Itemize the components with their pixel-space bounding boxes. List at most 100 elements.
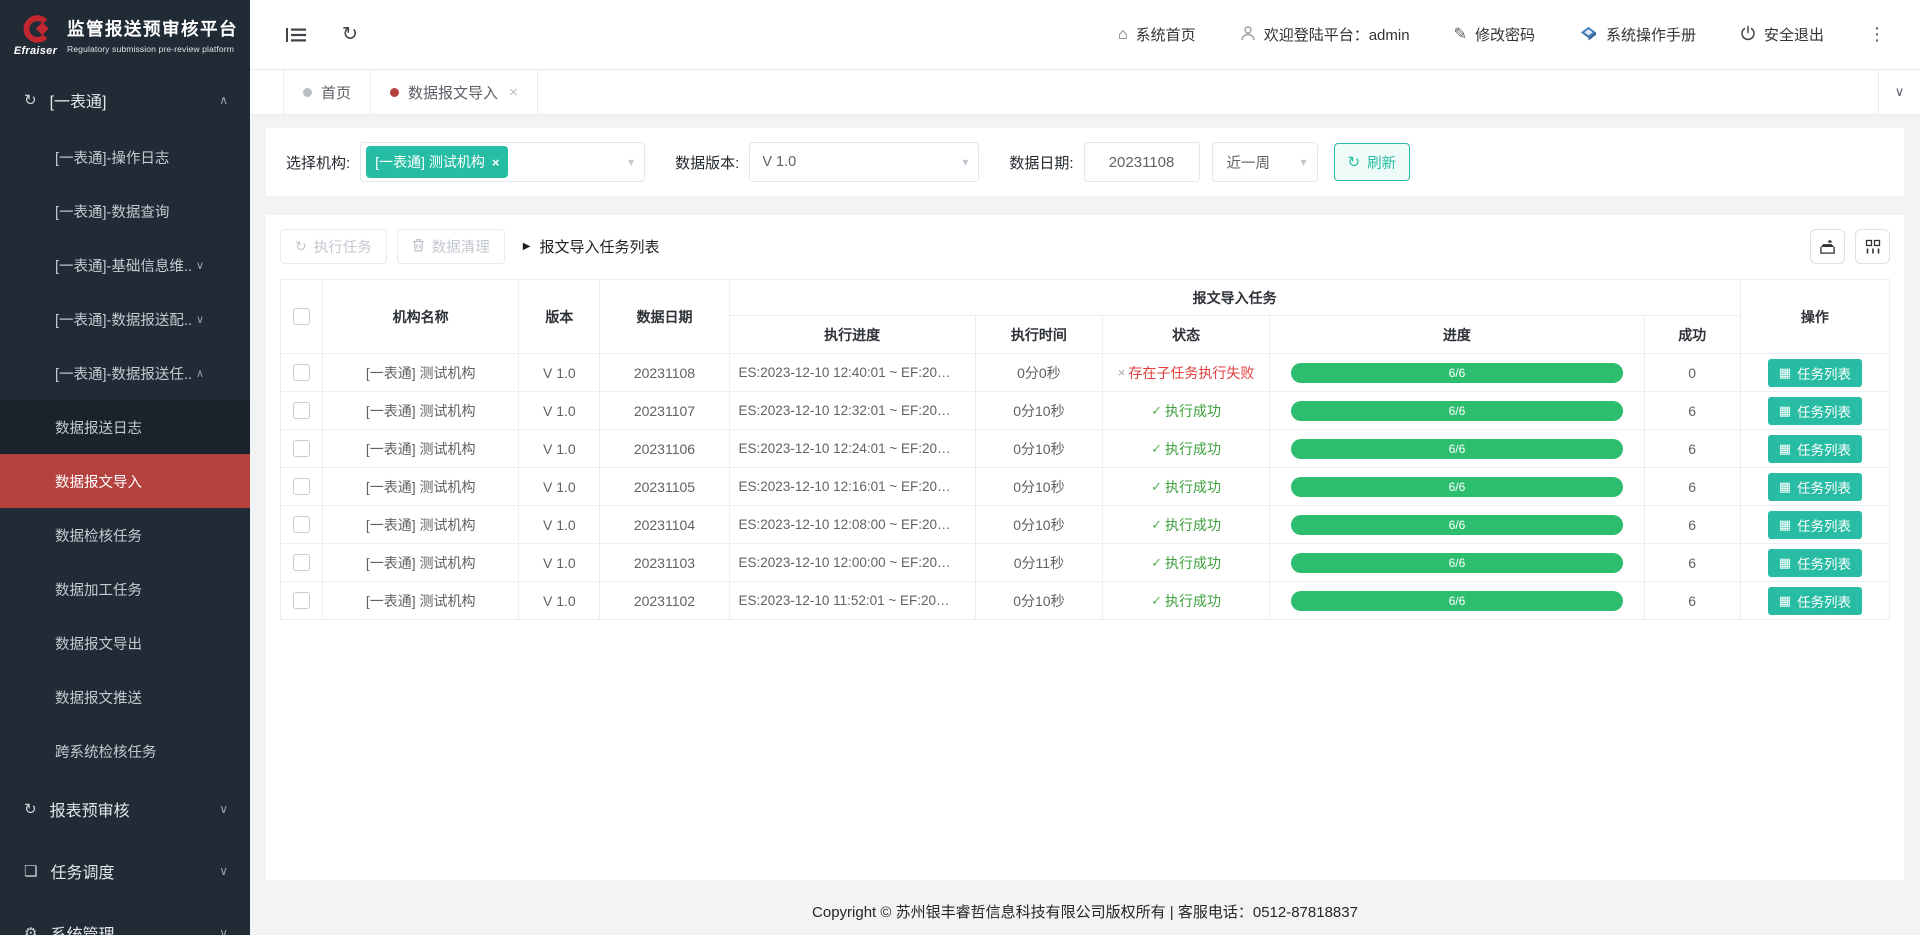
sidebar-item-label: [一表通]-数据报送任.. <box>55 363 192 384</box>
sidebar-item-label: [一表通]-数据查询 <box>55 201 169 222</box>
tabstrip: 首页 数据报文导入 × ∨ <box>250 70 1920 115</box>
manual-menu-item[interactable]: 系统操作手册 <box>1579 24 1696 45</box>
col-version: 版本 <box>519 280 600 354</box>
cell-exec-time: 0分11秒 <box>1014 555 1064 571</box>
cell-exec-progress: ES:2023-12-10 12:16:01 ~ EF:20… <box>739 479 951 494</box>
cell-org: [一表通] 测试机构 <box>366 555 476 571</box>
cell-exec-time: 0分10秒 <box>1013 593 1064 609</box>
sidebar-item-12[interactable]: 跨系统检核任务 <box>0 724 250 778</box>
status-icon: ✓ <box>1151 479 1162 495</box>
sidebar-item-2[interactable]: [一表通]-数据查询 <box>0 184 250 238</box>
sidebar-item-8[interactable]: 数据检核任务 <box>0 508 250 562</box>
cell-success: 6 <box>1688 479 1696 495</box>
sidebar-collapse-icon[interactable] <box>286 27 306 43</box>
row-checkbox[interactable] <box>293 516 310 533</box>
select-all-checkbox[interactable] <box>293 308 310 325</box>
org-multiselect[interactable]: [一表通] 测试机构 × ▾ <box>360 142 645 182</box>
execute-task-button[interactable]: ↻ 执行任务 <box>280 229 387 264</box>
task-list-button[interactable]: ▦任务列表 <box>1768 473 1862 501</box>
menu-icon: ↻ <box>24 91 37 109</box>
sidebar-item-10[interactable]: 数据报文导出 <box>0 616 250 670</box>
task-list-button[interactable]: ▦任务列表 <box>1768 435 1862 463</box>
row-checkbox[interactable] <box>293 364 310 381</box>
tag-close-icon[interactable]: × <box>492 155 500 170</box>
sidebar-item-13[interactable]: ↻ 报表预审核 ∨ <box>0 778 250 840</box>
col-success: 成功 <box>1644 316 1740 354</box>
sidebar-item-0[interactable]: ↻ [一表通] ∧ <box>0 70 250 130</box>
tab-home[interactable]: 首页 <box>283 70 371 114</box>
cell-exec-progress: ES:2023-12-10 12:32:01 ~ EF:20… <box>739 403 951 418</box>
row-checkbox[interactable] <box>293 592 310 609</box>
row-checkbox[interactable] <box>293 554 310 571</box>
home-menu-item[interactable]: ⌂ 系统首页 <box>1118 24 1196 45</box>
task-table: 机构名称 版本 数据日期 报文导入任务 操作 执行进度 执行时间 状态 进度 成… <box>280 279 1890 620</box>
chevron-icon: ∨ <box>219 864 228 878</box>
sidebar-item-7[interactable]: 数据报文导入 <box>0 454 250 508</box>
sidebar-item-14[interactable]: ❏ 任务调度 ∨ <box>0 840 250 902</box>
cell-org: [一表通] 测试机构 <box>366 479 476 495</box>
sidebar-item-1[interactable]: [一表通]-操作日志 <box>0 130 250 184</box>
data-clean-button[interactable]: 数据清理 <box>397 229 505 264</box>
task-list-button[interactable]: ▦任务列表 <box>1768 397 1862 425</box>
task-list-button[interactable]: ▦任务列表 <box>1768 359 1862 387</box>
sidebar-item-9[interactable]: 数据加工任务 <box>0 562 250 616</box>
table-row: [一表通] 测试机构 V 1.0 20231105 ES:2023-12-10 … <box>281 468 1890 506</box>
kebab-menu-icon[interactable]: ⋮ <box>1868 24 1886 45</box>
version-select[interactable]: V 1.0 ▾ <box>749 142 979 182</box>
sidebar-item-15[interactable]: ⚙ 系统管理 ∨ <box>0 902 250 935</box>
sidebar: Efraiser 监管报送预审核平台 Regulatory submission… <box>0 0 250 935</box>
task-list-button[interactable]: ▦任务列表 <box>1768 587 1862 615</box>
logout-menu-item[interactable]: 安全退出 <box>1740 24 1824 45</box>
brand-name: Efraiser <box>14 45 57 57</box>
sidebar-item-label: 报表预审核 <box>50 797 130 821</box>
cell-org: [一表通] 测试机构 <box>366 365 476 381</box>
sidebar-item-5[interactable]: [一表通]-数据报送任.. ∧ <box>0 346 250 400</box>
change-password-menu-item[interactable]: ✎ 修改密码 <box>1454 24 1535 45</box>
sidebar-item-3[interactable]: [一表通]-基础信息维.. ∨ <box>0 238 250 292</box>
chevron-icon: ∨ <box>219 926 228 935</box>
date-input[interactable]: 20231108 <box>1084 142 1200 182</box>
tab-dot <box>390 88 399 97</box>
task-table-body: [一表通] 测试机构 V 1.0 20231108 ES:2023-12-10 … <box>281 354 1890 620</box>
task-list-button[interactable]: ▦任务列表 <box>1768 549 1862 577</box>
progress-bar: 6/6 <box>1291 591 1623 611</box>
tab-close-icon[interactable]: × <box>509 84 518 101</box>
row-checkbox[interactable] <box>293 478 310 495</box>
app-subtitle: Regulatory submission pre-review platfor… <box>67 44 238 54</box>
version-filter-label: 数据版本: <box>675 152 739 173</box>
org-tag: [一表通] 测试机构 × <box>366 146 508 178</box>
status-icon: ✓ <box>1151 593 1162 609</box>
column-settings-button[interactable] <box>1855 229 1890 264</box>
menu-icon: ❏ <box>24 862 37 880</box>
status-icon: ✓ <box>1151 441 1162 457</box>
page-refresh-icon[interactable]: ↻ <box>342 25 358 44</box>
status-badge: ✓执行成功 <box>1151 591 1221 611</box>
status-badge: ×存在子任务执行失败 <box>1118 363 1255 383</box>
grid-icon: ▦ <box>1779 518 1791 531</box>
sidebar-item-label: 数据报文导入 <box>55 471 142 492</box>
cell-version: V 1.0 <box>543 593 576 609</box>
cell-success: 0 <box>1688 365 1696 381</box>
sidebar-item-11[interactable]: 数据报文推送 <box>0 670 250 724</box>
brand-logo: Efraiser 监管报送预审核平台 Regulatory submission… <box>0 0 250 70</box>
date-range-select[interactable]: 近一周 ▾ <box>1212 142 1318 182</box>
tabs-dropdown-icon[interactable]: ∨ <box>1878 70 1920 114</box>
export-button[interactable] <box>1810 229 1845 264</box>
table-row: [一表通] 测试机构 V 1.0 20231108 ES:2023-12-10 … <box>281 354 1890 392</box>
task-list-card: ↻ 执行任务 数据清理 ▶ 报文导入 <box>266 215 1904 880</box>
sidebar-item-label: [一表通]-数据报送配.. <box>55 309 192 330</box>
sidebar-item-label: [一表通] <box>50 88 107 112</box>
col-group-import-task: 报文导入任务 <box>729 280 1740 316</box>
task-list-button[interactable]: ▦任务列表 <box>1768 511 1862 539</box>
row-checkbox[interactable] <box>293 402 310 419</box>
cell-success: 6 <box>1688 517 1696 533</box>
menu-icon: ↻ <box>24 800 37 818</box>
row-checkbox[interactable] <box>293 440 310 457</box>
sidebar-item-4[interactable]: [一表通]-数据报送配.. ∨ <box>0 292 250 346</box>
refresh-button[interactable]: ↻ 刷新 <box>1334 143 1411 181</box>
tab-data-import[interactable]: 数据报文导入 × <box>370 70 538 114</box>
cell-exec-progress: ES:2023-12-10 12:00:00 ~ EF:20… <box>739 555 951 570</box>
sidebar-item-6[interactable]: 数据报送日志 <box>0 400 250 454</box>
welcome-user: 欢迎登陆平台：admin <box>1240 24 1410 45</box>
cell-exec-time: 0分10秒 <box>1013 403 1064 419</box>
